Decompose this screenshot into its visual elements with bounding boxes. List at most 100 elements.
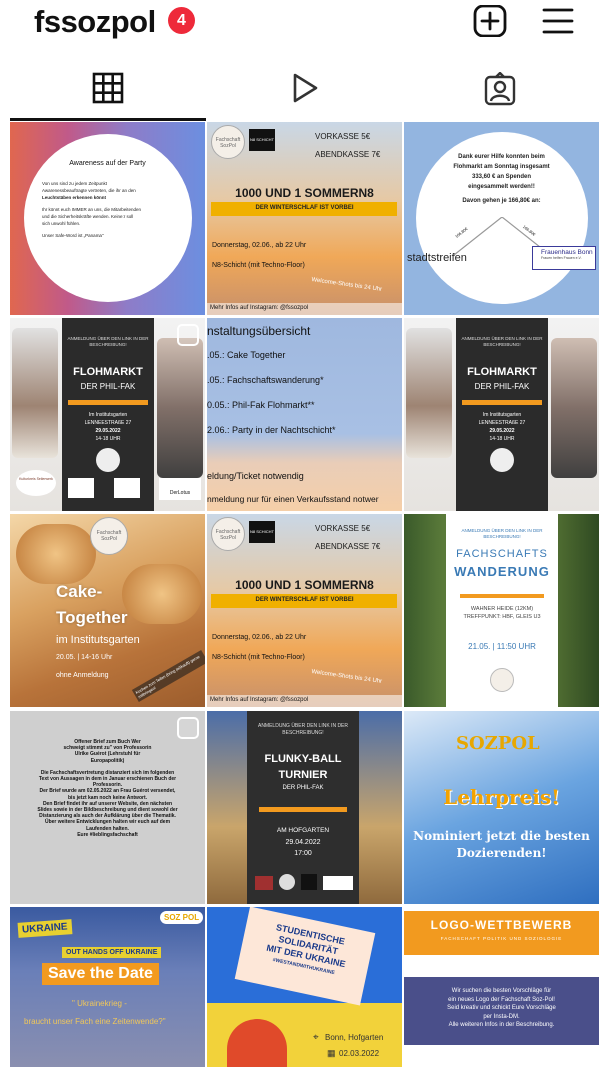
wander-line2: TREFFPUNKT: HBF, GLEIS U3 xyxy=(463,614,541,620)
post-veranstaltungsuebersicht[interactable]: nstaltungsübersicht .05.: Cake Together … xyxy=(207,318,402,511)
text-line: und die Sicherheitskräfte wenden. Keine:… xyxy=(42,214,134,219)
wander-title-1: FACHSCHAFTS xyxy=(456,548,548,560)
flyer-place: Im Institutsgarten xyxy=(482,412,522,418)
protest-sign: UKRAINE xyxy=(17,919,73,938)
vorkasse-price: VORKASSE 5€ xyxy=(315,524,371,533)
vorkasse-price: VORKASSE 5€ xyxy=(315,132,371,141)
tab-reels[interactable] xyxy=(204,66,404,120)
wettbewerb-title: LOGO-WETTBEWERB xyxy=(430,918,573,932)
post-solidaritaet[interactable]: STUDENTISCHE SOLIDARITÄT MIT DER UKRAINE… xyxy=(207,907,402,1067)
post-lehrpreis[interactable]: SOZPOL Lehrpreis! Nominiert jetzt die be… xyxy=(404,711,599,904)
logo-subtext: Frauen helfen Frauen e.V. xyxy=(541,256,582,260)
flunky-top: ANMELDUNG ÜBER DEN LINK IN DER BESCHREIB… xyxy=(257,723,348,736)
uebersicht-title: nstaltungsübersicht xyxy=(207,324,311,338)
party-footer: Mehr Infos auf Instagram: @fssozpol xyxy=(207,695,402,707)
fachschaft-logo: Fachschaft SozPol xyxy=(90,517,128,555)
text-line: sich unwohl fühlen. xyxy=(42,221,81,226)
party-date: Donnerstag, 02.06., ab 22 Uhr xyxy=(212,242,307,249)
sozpol-logo: SOZPOL xyxy=(456,733,540,754)
clothes-left xyxy=(406,328,452,458)
party-subtitle: DER WINTERSCHLAF IST VORBEI xyxy=(255,205,354,211)
party-subtitle: DER WINTERSCHLAF IST VORBEI xyxy=(255,597,354,603)
uebersicht-note: nmeldung nur für einen Verkaufsstand not… xyxy=(207,494,379,504)
orange-bar xyxy=(68,400,148,405)
flunky-title-1: FLUNKY-BALL xyxy=(264,753,342,765)
post-cake-together[interactable]: Fachschaft SozPol Cake- Together im Inst… xyxy=(10,514,205,707)
text-line: Flohmarkt am Sonntag insgesamt xyxy=(453,164,550,170)
text-line: Der Brief wurde am 02.05.2022 an Frau Gu… xyxy=(39,788,176,795)
muffin-image xyxy=(122,564,202,624)
flyer-subtitle: DER PHIL-FAK xyxy=(474,382,530,391)
text-line: Leuchtstäben erkennen könnt xyxy=(42,195,107,200)
orange-bar xyxy=(462,400,542,405)
post-flohmarkt[interactable]: ANMELDUNG ÜBER DEN LINK IN DER BESCHREIB… xyxy=(10,318,205,511)
calendar-icon-text: 02.03.2022 xyxy=(339,1049,380,1058)
clothes-right xyxy=(551,338,597,478)
post-wanderung[interactable]: ANMELDUNG ÜBER DEN LINK IN DER BESCHREIB… xyxy=(404,514,599,707)
awareness-title: Awareness auf der Party xyxy=(69,160,146,167)
sponsor-logo xyxy=(323,876,353,890)
multi-post-icon xyxy=(177,324,199,346)
notification-badge[interactable]: 4 xyxy=(168,7,195,34)
save-the-date-sub2: braucht unser Fach eine Zeitenwende?" xyxy=(24,1017,166,1026)
clothes-right xyxy=(157,338,203,478)
text-line: Dank eurer Hilfe konnten beim xyxy=(458,154,545,160)
text-line: Davon gehen je 166,80€ an: xyxy=(462,198,541,204)
flunky-subtitle: DER PHIL-FAK xyxy=(282,785,324,791)
kulturkreis-logo: Kulturkreis Seilerwerk xyxy=(16,470,56,496)
post-party-sommern8[interactable]: Fachschaft SozPol N8 SCHICHT VORKASSE 5€… xyxy=(207,122,402,315)
text-line: Wir suchen die besten Vorschläge für xyxy=(451,988,552,994)
text-line: Eure #lieblingsfachschaft xyxy=(77,831,138,838)
sozpol-logo: SOZ POL xyxy=(160,911,204,924)
sponsor-logo xyxy=(114,478,140,498)
post-flunky-ball[interactable]: ANMELDUNG ÜBER DEN LINK IN DER BESCHREIB… xyxy=(207,711,402,904)
post-spenden[interactable]: Dank eurer Hilfe konnten beim Flohmarkt … xyxy=(404,122,599,315)
brief-text: Offener Brief zum Buch Wer schweigt stim… xyxy=(14,739,201,838)
calendar-icon: ▦ xyxy=(327,1048,336,1058)
flunky-title-2: TURNIER xyxy=(278,769,328,781)
lehrpreis-line1: Nominiert jetzt die besten xyxy=(413,829,590,843)
wander-line1: WAHNER HEIDE (12KM) xyxy=(470,606,534,612)
text-line: 333,60 € an Spenden xyxy=(471,174,532,180)
text-line: eingesammelt werden!! xyxy=(468,184,535,190)
post-flohmarkt-2[interactable]: ANMELDUNG ÜBER DEN LINK IN DER BESCHREIB… xyxy=(404,318,599,511)
sponsor-logo xyxy=(279,874,295,890)
abendkasse-price: ABENDKASSE 7€ xyxy=(315,150,381,159)
post-grid: Awareness auf der Party Von uns sind zu … xyxy=(10,122,599,1067)
plus-square-icon[interactable] xyxy=(472,5,508,37)
sponsor-logo xyxy=(68,478,94,498)
lotus-logo: DerLotus xyxy=(159,478,201,500)
play-icon xyxy=(293,73,318,103)
hamburger-menu-icon[interactable] xyxy=(540,5,576,37)
n8-logo: N8 SCHICHT xyxy=(249,521,275,543)
text-line: ein neues Logo der Fachschaft Soz-Pol! xyxy=(448,996,555,1003)
muffin-image xyxy=(16,524,96,584)
post-awareness[interactable]: Awareness auf der Party Von uns sind zu … xyxy=(10,122,205,315)
flyer-subtitle: DER PHIL-FAK xyxy=(80,382,136,391)
post-party-sommern8-2[interactable]: Fachschaft SozPol N8 SCHICHT VORKASSE 5€… xyxy=(207,514,402,707)
wander-date: 21.05. | 11:50 UHR xyxy=(468,642,536,651)
post-offener-brief[interactable]: Offener Brief zum Buch Wer schweigt stim… xyxy=(10,711,205,904)
stadtstreifen-logo: stadtstreifen xyxy=(407,252,467,264)
wettbewerb-text: Wir suchen die besten Vorschläge für ein… xyxy=(404,987,599,1030)
cake-date: 20.05. | 14-16 Uhr xyxy=(56,654,113,661)
uebersicht-item: 0.05.: Phil-Fak Flohmarkt** xyxy=(207,400,315,410)
flyer-street: LENNEESTRAßE 27 xyxy=(84,420,132,426)
cake-note: ohne Anmeldung xyxy=(56,672,109,679)
abendkasse-price: ABENDKASSE 7€ xyxy=(315,542,381,551)
fachschaft-logo xyxy=(490,668,514,692)
post-logo-wettbewerb[interactable]: LOGO-WETTBEWERB FACHSCHAFT POLITIK UND S… xyxy=(404,907,599,1067)
fachschaft-logo: Fachschaft SozPol xyxy=(211,125,245,159)
party-title: 1000 UND 1 SOMMERN8 xyxy=(235,186,374,200)
tab-grid[interactable] xyxy=(8,66,208,120)
profile-username[interactable]: fssozpol xyxy=(34,4,156,40)
orange-bar xyxy=(259,807,347,812)
flyer-time: 14-18 UHR xyxy=(489,436,515,442)
uebersicht-note: eldung/Ticket notwendig xyxy=(207,471,304,481)
post-save-the-date[interactable]: UKRAINE OUT HANDS OFF UKRAINE SOZ POL Sa… xyxy=(10,907,205,1067)
party-place: N8-Schicht (mit Techno-Floor) xyxy=(212,262,305,269)
flunky-date: 29.04.2022 xyxy=(285,839,321,846)
tab-tagged[interactable] xyxy=(400,66,600,120)
tagged-person-icon xyxy=(484,72,516,106)
text-line: Alle weiteren Infos in der Beschreibung. xyxy=(448,1022,555,1028)
